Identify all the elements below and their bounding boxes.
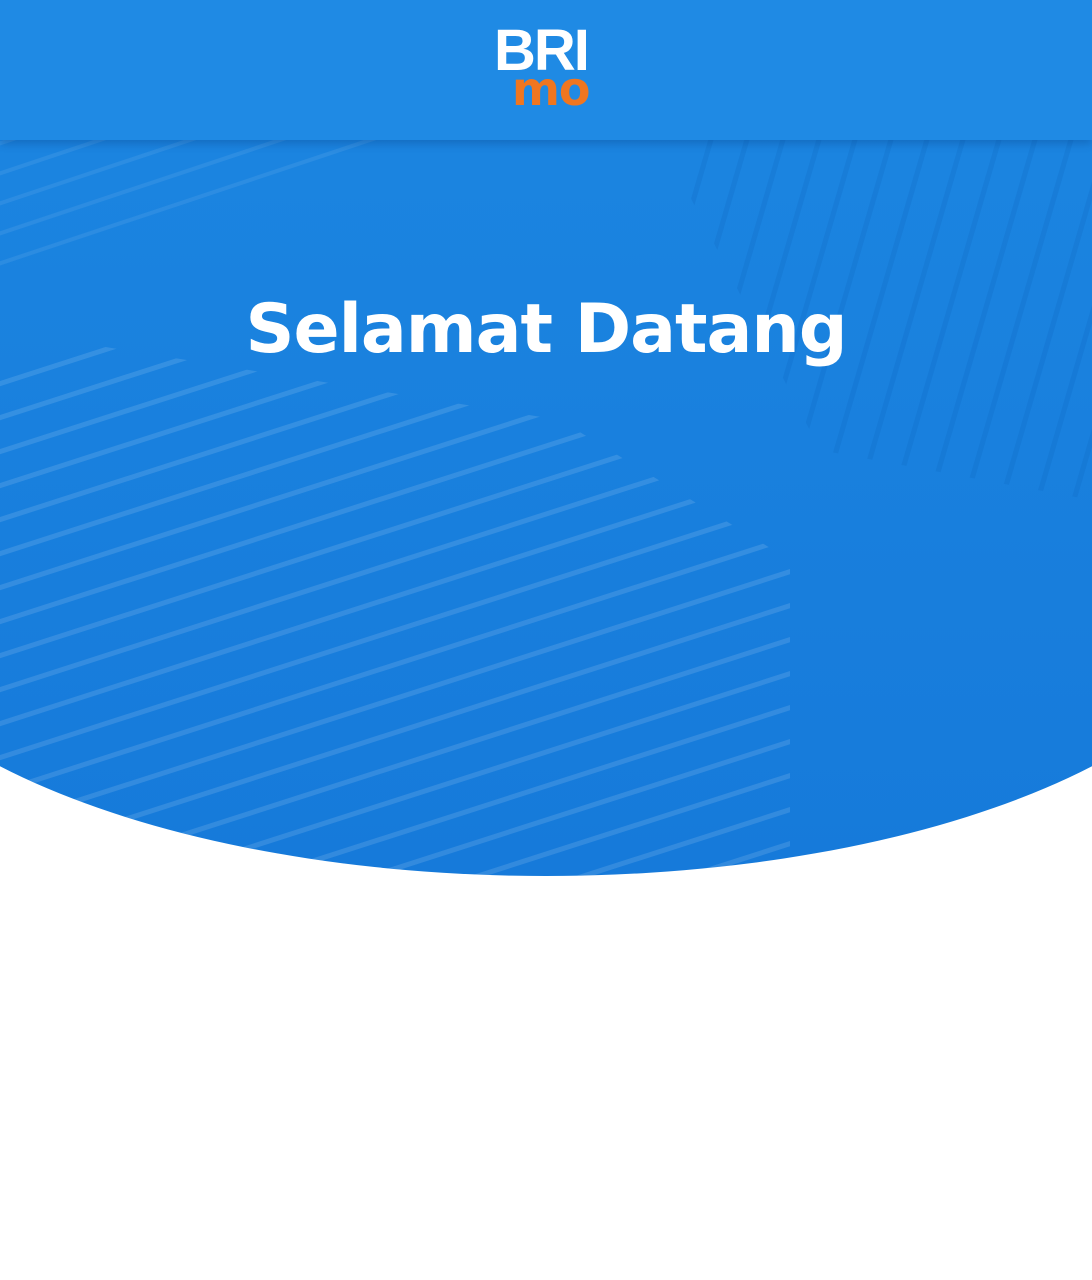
app-header: BRI mo	[0, 0, 1092, 140]
logo-text-mo: mo	[512, 62, 591, 116]
stripe-line	[0, 355, 790, 631]
stripe-line	[0, 559, 790, 835]
stripe-line	[0, 525, 790, 801]
stripe-line	[0, 457, 790, 733]
brimo-logo: BRI mo	[490, 22, 606, 120]
welcome-title: Selamat Datang	[245, 290, 847, 369]
stripe-line	[0, 423, 790, 699]
stripe-line	[0, 593, 790, 869]
stripe-line	[0, 389, 790, 665]
stripe-line	[0, 491, 790, 767]
welcome-screen: BRI mo Selamat Datang	[0, 0, 1092, 1280]
